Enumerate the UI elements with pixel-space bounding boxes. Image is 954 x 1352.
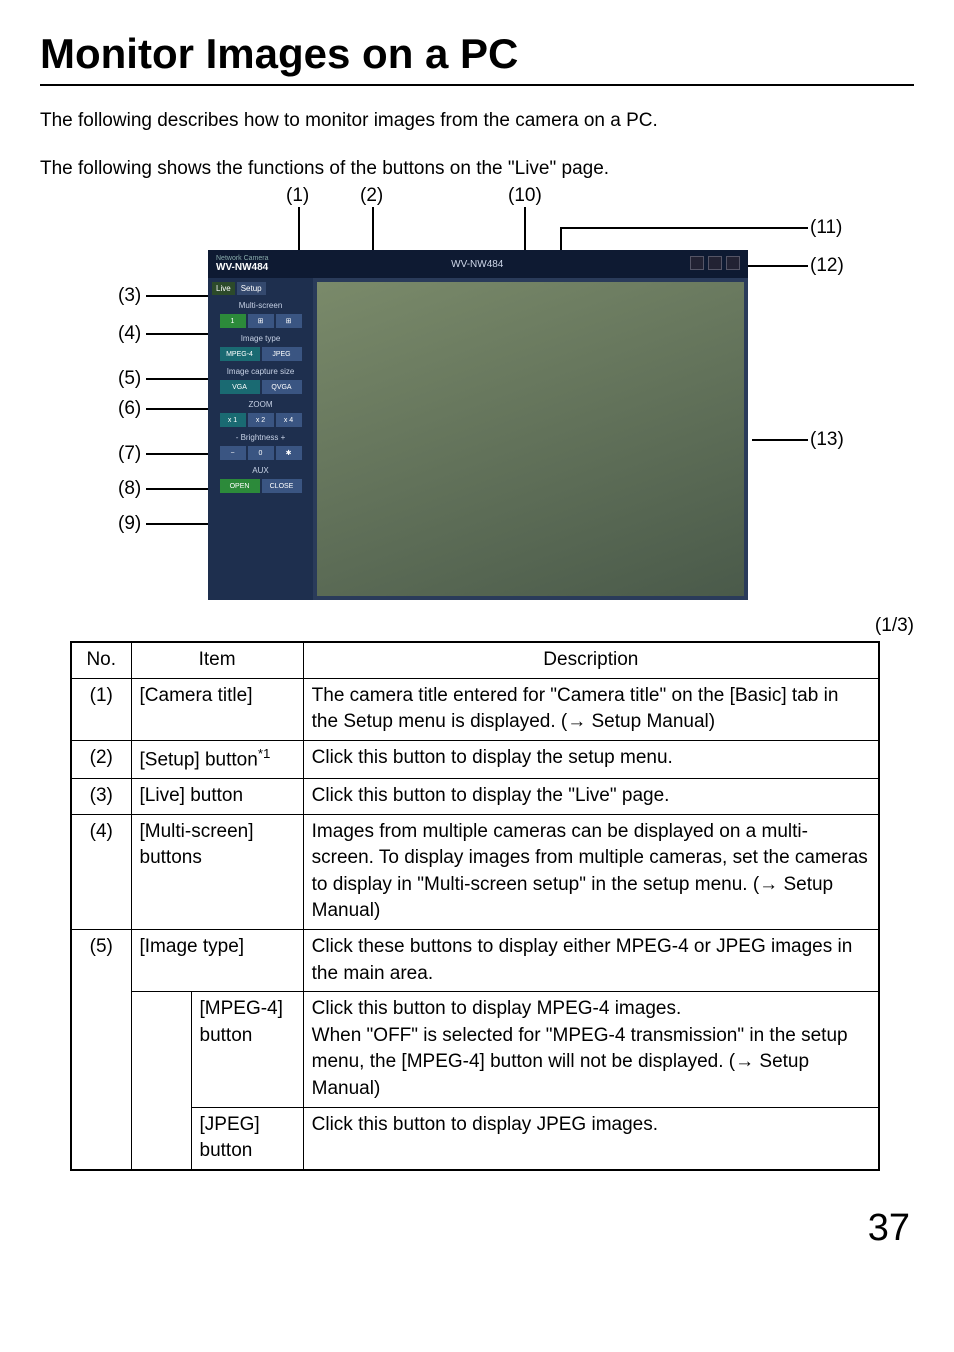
page-number: 37 — [40, 1207, 914, 1250]
capture-size-label: Image capture size — [212, 367, 309, 376]
row5-no: (5) — [71, 929, 131, 1169]
row1-item: [Camera title] — [131, 678, 303, 740]
callout-7: (7) — [118, 443, 141, 465]
multiscreen-button-1[interactable]: 1 — [220, 314, 246, 328]
callout-3: (3) — [118, 285, 141, 307]
live-button[interactable]: Live — [212, 282, 235, 295]
row5a-desc: Click this button to display MPEG-4 imag… — [303, 992, 879, 1107]
aux-label: AUX — [212, 466, 309, 475]
vga-button[interactable]: VGA — [220, 380, 260, 394]
brightness-label: - Brightness + — [212, 433, 309, 442]
zoom-x4-button[interactable]: x 4 — [276, 413, 302, 427]
callout-13: (13) — [810, 429, 844, 451]
jpeg-button[interactable]: JPEG — [262, 347, 302, 361]
live-page-screenshot: Network Camera WV-NW484 WV-NW484 Live Se… — [208, 250, 748, 600]
row5b-item: [JPEG] button — [191, 1107, 303, 1170]
callout-11: (11) — [810, 217, 842, 239]
function-table: No. Item Description (1) [Camera title] … — [70, 641, 880, 1170]
callout-5: (5) — [118, 368, 141, 390]
mock-brand-label: Network Camera — [216, 255, 269, 262]
callout-6: (6) — [118, 398, 141, 420]
table-page-counter: (1/3) — [40, 615, 914, 637]
row2-no: (2) — [71, 741, 131, 779]
brightness-up-button[interactable]: ✱ — [276, 446, 302, 460]
row1-no: (1) — [71, 678, 131, 740]
zoom-x2-button[interactable]: x 2 — [248, 413, 274, 427]
row3-no: (3) — [71, 778, 131, 814]
mpeg4-button[interactable]: MPEG-4 — [220, 347, 260, 361]
page-title: Monitor Images on a PC — [40, 30, 914, 86]
th-item: Item — [131, 642, 303, 678]
callout-2: (2) — [360, 185, 383, 207]
row4-item: [Multi-screen] buttons — [131, 814, 303, 929]
callout-4: (4) — [118, 323, 141, 345]
multiscreen-label: Multi-screen — [212, 301, 309, 310]
intro-paragraph-2: The following shows the functions of the… — [40, 156, 914, 182]
row5b-desc: Click this button to display JPEG images… — [303, 1107, 879, 1170]
multiscreen-button-4b[interactable]: ⊞ — [276, 314, 302, 328]
row5a-item: [MPEG-4] button — [191, 992, 303, 1107]
mock-model-label: WV-NW484 — [216, 262, 269, 273]
mock-sidebar: Live Setup Multi-screen 1 ⊞ ⊞ Image type… — [208, 278, 313, 600]
image-type-label: Image type — [212, 334, 309, 343]
mock-titlebar: Network Camera WV-NW484 WV-NW484 — [208, 250, 748, 278]
main-video-area — [317, 282, 744, 596]
aux-open-button[interactable]: OPEN — [220, 479, 260, 493]
row4-no: (4) — [71, 814, 131, 929]
brightness-down-button[interactable]: − — [220, 446, 246, 460]
mock-camera-title: WV-NW484 — [451, 259, 503, 270]
mock-titlebar-icons — [686, 256, 740, 272]
zoom-x1-button[interactable]: x 1 — [220, 413, 246, 427]
setup-button[interactable]: Setup — [237, 282, 266, 295]
th-no: No. — [71, 642, 131, 678]
callout-12: (12) — [810, 255, 844, 277]
row3-item: [Live] button — [131, 778, 303, 814]
row2-item: [Setup] button*1 — [131, 741, 303, 779]
row1-desc: The camera title entered for "Camera tit… — [303, 678, 879, 740]
row5-desc: Click these buttons to display either MP… — [303, 929, 879, 991]
zoom-label: ZOOM — [212, 400, 309, 409]
row3-desc: Click this button to display the "Live" … — [303, 778, 879, 814]
row5-item: [Image type] — [131, 929, 303, 991]
callout-9: (9) — [118, 513, 141, 535]
th-desc: Description — [303, 642, 879, 678]
row2-desc: Click this button to display the setup m… — [303, 741, 879, 779]
callout-1: (1) — [286, 185, 309, 207]
row5-sub-spacer — [131, 992, 191, 1170]
qvga-button[interactable]: QVGA — [262, 380, 302, 394]
callout-8: (8) — [118, 478, 141, 500]
intro-paragraph-1: The following describes how to monitor i… — [40, 108, 914, 134]
callout-10: (10) — [508, 185, 542, 207]
row4-desc: Images from multiple cameras can be disp… — [303, 814, 879, 929]
aux-close-button[interactable]: CLOSE — [262, 479, 302, 493]
brightness-zero-button[interactable]: 0 — [248, 446, 274, 460]
live-page-figure: (1) (2) (10) (11) (12) (13) (3) (4) (5) … — [40, 185, 910, 605]
multiscreen-button-4a[interactable]: ⊞ — [248, 314, 274, 328]
